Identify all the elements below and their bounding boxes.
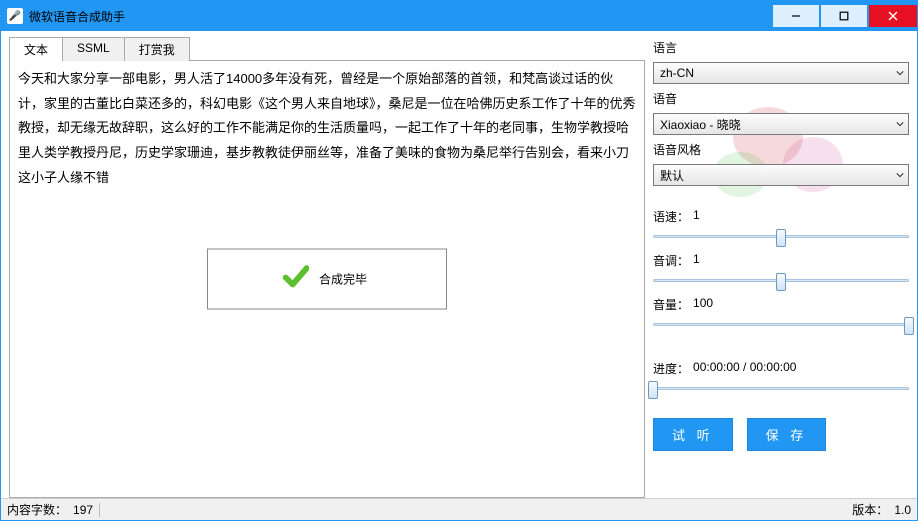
- titlebar: 🎤 微软语音合成助手: [1, 1, 917, 31]
- volume-row: 音量：100: [653, 296, 909, 334]
- status-toast: 合成完毕: [207, 249, 447, 310]
- version-value: 1.0: [894, 503, 911, 517]
- tab-donate[interactable]: 打赏我: [124, 37, 190, 61]
- tab-panel-text: 合成完毕: [9, 60, 645, 498]
- window-title: 微软语音合成助手: [29, 8, 125, 25]
- voice-select[interactable]: Xiaoxiao - 晓晓: [653, 113, 909, 135]
- style-value: 默认: [660, 167, 684, 184]
- tab-bar: 文本 SSML 打赏我: [9, 37, 645, 61]
- close-button[interactable]: [869, 5, 917, 27]
- volume-value: 100: [693, 296, 713, 313]
- progress-slider[interactable]: [653, 379, 909, 397]
- minimize-icon: [791, 11, 801, 21]
- rate-value: 1: [693, 208, 700, 225]
- progress-value: 00:00:00 / 00:00:00: [693, 360, 796, 377]
- volume-thumb[interactable]: [904, 317, 914, 335]
- language-value: zh-CN: [660, 66, 694, 80]
- style-select[interactable]: 默认: [653, 164, 909, 186]
- volume-label: 音量：: [653, 296, 689, 313]
- pitch-thumb[interactable]: [776, 273, 786, 291]
- maximize-button[interactable]: [821, 5, 867, 27]
- pitch-value: 1: [693, 252, 700, 269]
- chevron-down-icon: [896, 168, 904, 182]
- rate-slider[interactable]: [653, 227, 909, 245]
- left-panel: 文本 SSML 打赏我 合成完毕: [9, 37, 645, 498]
- rate-thumb[interactable]: [776, 229, 786, 247]
- pitch-slider[interactable]: [653, 271, 909, 289]
- right-panel: 语言 zh-CN 语音 Xiaoxiao - 晓晓 语音风格 默认 语速：1: [653, 37, 909, 498]
- voice-label: 语音: [653, 90, 909, 107]
- language-select[interactable]: zh-CN: [653, 62, 909, 84]
- char-count-label: 内容字数：: [7, 501, 67, 518]
- status-bar: 内容字数： 197 版本： 1.0: [1, 498, 917, 520]
- language-label: 语言: [653, 39, 909, 56]
- style-label: 语音风格: [653, 141, 909, 158]
- maximize-icon: [839, 11, 849, 21]
- rate-row: 语速：1: [653, 208, 909, 246]
- voice-value: Xiaoxiao - 晓晓: [660, 116, 741, 133]
- chevron-down-icon: [896, 66, 904, 80]
- progress-label: 进度：: [653, 360, 689, 377]
- progress-row: 进度：00:00:00 / 00:00:00: [653, 360, 909, 398]
- check-icon: [281, 264, 309, 295]
- close-icon: [888, 11, 898, 21]
- toast-message: 合成完毕: [319, 271, 367, 288]
- save-button[interactable]: 保 存: [747, 418, 827, 451]
- app-window: 🎤 微软语音合成助手 文本 SSML 打赏我: [0, 0, 918, 521]
- progress-thumb[interactable]: [648, 381, 658, 399]
- pitch-label: 音调：: [653, 252, 689, 269]
- tab-ssml[interactable]: SSML: [62, 37, 125, 61]
- pitch-row: 音调：1: [653, 252, 909, 290]
- tab-text[interactable]: 文本: [9, 37, 63, 61]
- listen-button[interactable]: 试 听: [653, 418, 733, 451]
- volume-slider[interactable]: [653, 315, 909, 333]
- char-count-value: 197: [73, 503, 93, 517]
- rate-label: 语速：: [653, 208, 689, 225]
- version-label: 版本：: [852, 501, 888, 518]
- chevron-down-icon: [896, 117, 904, 131]
- minimize-button[interactable]: [773, 5, 819, 27]
- app-icon: 🎤: [7, 8, 23, 24]
